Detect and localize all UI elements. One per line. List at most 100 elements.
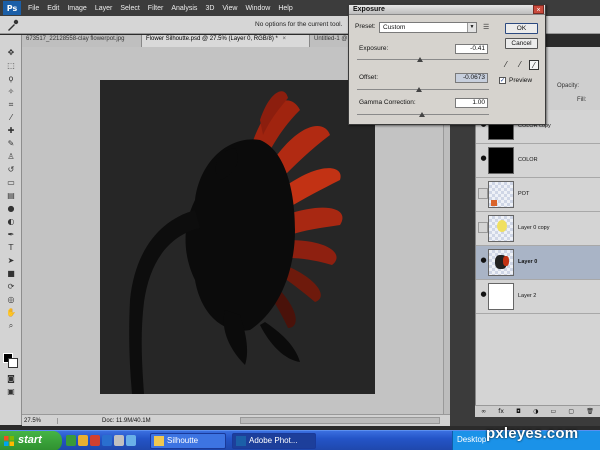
- menu-file[interactable]: File: [24, 5, 43, 12]
- black-eyedropper-icon[interactable]: ⁄: [501, 60, 511, 70]
- layer-row-layer-0-copy[interactable]: Layer 0 copy: [476, 212, 600, 246]
- visibility-toggle[interactable]: [478, 188, 488, 199]
- quick-mask-icon[interactable]: ◙: [5, 373, 17, 384]
- preview-checkbox[interactable]: ✓: [499, 77, 506, 84]
- quick-launch-icon[interactable]: [126, 435, 136, 446]
- link-layers-icon[interactable]: ∞: [481, 408, 486, 415]
- history-brush-tool-icon[interactable]: ↺: [5, 164, 17, 175]
- menu-edit[interactable]: Edit: [43, 5, 63, 12]
- background-color-swatch[interactable]: [8, 358, 18, 368]
- 3d-rotate-tool-icon[interactable]: ⟳: [5, 281, 17, 292]
- magic-wand-tool-icon[interactable]: ✧: [5, 86, 17, 97]
- eye-icon[interactable]: ●: [479, 154, 488, 163]
- type-tool-icon[interactable]: T: [5, 242, 17, 253]
- white-eyedropper-icon[interactable]: ⁄: [529, 60, 539, 70]
- layer-mask-icon[interactable]: ◘: [516, 408, 521, 415]
- layer-thumbnail: [488, 283, 514, 310]
- path-selection-tool-icon[interactable]: ➤: [5, 255, 17, 266]
- desktop-toolbar-label[interactable]: Desktop: [457, 435, 486, 444]
- fill-label: Fill:: [577, 97, 587, 103]
- zoom-tool-icon[interactable]: ⌕: [5, 320, 17, 331]
- taskbar-item-photoshop[interactable]: Adobe Phot...: [232, 433, 316, 449]
- document-canvas[interactable]: [100, 80, 375, 394]
- gamma-input[interactable]: 1.00: [455, 98, 488, 108]
- cancel-button[interactable]: Cancel: [505, 38, 538, 49]
- opacity-label: Opacity:: [557, 83, 580, 89]
- crop-tool-icon[interactable]: ⌗: [5, 99, 17, 110]
- visibility-toggle[interactable]: [478, 222, 488, 233]
- trash-icon[interactable]: 🗑: [586, 408, 594, 415]
- eye-icon[interactable]: ●: [479, 256, 488, 265]
- menu-help[interactable]: Help: [274, 5, 296, 12]
- offset-input[interactable]: -0.0673: [455, 73, 488, 83]
- exposure-dialog: Exposure × Preset: Custom ▼ ☰ Exposure: …: [348, 4, 546, 125]
- offset-slider-thumb[interactable]: [416, 87, 423, 92]
- lasso-tool-icon[interactable]: ϙ: [5, 73, 17, 84]
- horizontal-scrollbar[interactable]: [240, 417, 440, 424]
- healing-brush-tool-icon[interactable]: ✚: [5, 125, 17, 136]
- layer-row-layer-0[interactable]: ● Layer 0: [476, 246, 600, 280]
- screen-mode-icon[interactable]: ▣: [5, 386, 17, 397]
- menu-analysis[interactable]: Analysis: [167, 5, 201, 12]
- menu-filter[interactable]: Filter: [144, 5, 168, 12]
- dialog-titlebar[interactable]: Exposure ×: [349, 5, 545, 15]
- layer-row-color[interactable]: ● COLOR: [476, 144, 600, 178]
- blur-tool-icon[interactable]: ●: [5, 203, 17, 214]
- flower-silhouette-image: [129, 91, 343, 394]
- brush-tool-icon[interactable]: ✎: [5, 138, 17, 149]
- shape-tool-icon[interactable]: ■: [5, 268, 17, 279]
- taskbar-item-silhoutte[interactable]: Silhoutte: [150, 433, 226, 449]
- tab-label: 673517_22128558-clay flowerpot.jpg: [26, 36, 125, 42]
- tab-flower-silhoutte[interactable]: Flower Silhoutte.psd @ 27.5% (Layer 0, R…: [142, 35, 310, 47]
- menu-window[interactable]: Window: [241, 5, 274, 12]
- eyedropper-tool-icon[interactable]: ⁄: [5, 112, 17, 123]
- exposure-input[interactable]: -0.41: [455, 44, 488, 54]
- quick-launch-icon[interactable]: [78, 435, 88, 446]
- menu-layer[interactable]: Layer: [91, 5, 117, 12]
- quick-launch-icon[interactable]: [66, 435, 76, 446]
- exposure-slider-thumb[interactable]: [417, 57, 424, 62]
- windows-logo-icon: [4, 436, 14, 446]
- layer-style-icon[interactable]: fx: [498, 408, 504, 415]
- ok-button[interactable]: OK: [505, 23, 538, 34]
- adjustment-layer-icon[interactable]: ◑: [533, 408, 538, 415]
- gray-eyedropper-icon[interactable]: ⁄: [515, 60, 525, 70]
- tab-clay-flowerpot[interactable]: 673517_22128558-clay flowerpot.jpg: [22, 35, 142, 47]
- gamma-slider-thumb[interactable]: [418, 112, 425, 117]
- preset-label: Preset:: [355, 23, 376, 30]
- exposure-label: Exposure:: [359, 45, 389, 52]
- eraser-tool-icon[interactable]: ▭: [5, 177, 17, 188]
- 3d-orbit-tool-icon[interactable]: ◎: [5, 294, 17, 305]
- layer-row-layer-2[interactable]: ● Layer 2: [476, 280, 600, 314]
- layer-row-pot[interactable]: POT: [476, 178, 600, 212]
- clone-stamp-tool-icon[interactable]: ♙: [5, 151, 17, 162]
- start-button[interactable]: start: [0, 431, 62, 450]
- menu-select[interactable]: Select: [116, 5, 143, 12]
- chevron-down-icon[interactable]: ▼: [467, 23, 476, 32]
- preset-select[interactable]: Custom ▼: [379, 22, 477, 33]
- quick-launch-icon[interactable]: [102, 435, 112, 446]
- new-group-icon[interactable]: ▭: [551, 408, 557, 415]
- menu-3d[interactable]: 3D: [201, 5, 218, 12]
- menu-image[interactable]: Image: [63, 5, 90, 12]
- menu-view[interactable]: View: [218, 5, 241, 12]
- hand-tool-icon[interactable]: ✋: [5, 307, 17, 318]
- close-icon[interactable]: ×: [533, 5, 544, 14]
- quick-launch-icon[interactable]: [114, 435, 124, 446]
- offset-slider-track[interactable]: [357, 89, 489, 90]
- marquee-tool-icon[interactable]: ⬚: [5, 60, 17, 71]
- dodge-tool-icon[interactable]: ◐: [5, 216, 17, 227]
- photoshop-logo: Ps: [3, 1, 21, 15]
- move-tool-icon[interactable]: ✥: [5, 47, 17, 58]
- zoom-level[interactable]: 27.5%: [22, 417, 58, 424]
- close-icon[interactable]: ×: [283, 36, 287, 42]
- layer-name: Layer 0: [518, 259, 538, 265]
- photoshop-icon: [236, 436, 246, 446]
- new-layer-icon[interactable]: ▢: [568, 408, 574, 415]
- preset-options-icon[interactable]: ☰: [483, 23, 489, 31]
- quick-launch-icon[interactable]: [90, 435, 100, 446]
- eye-icon[interactable]: ●: [479, 290, 488, 299]
- gradient-tool-icon[interactable]: ▤: [5, 190, 17, 201]
- pen-tool-icon[interactable]: ✒: [5, 229, 17, 240]
- eyedropper-icon[interactable]: [6, 19, 20, 31]
